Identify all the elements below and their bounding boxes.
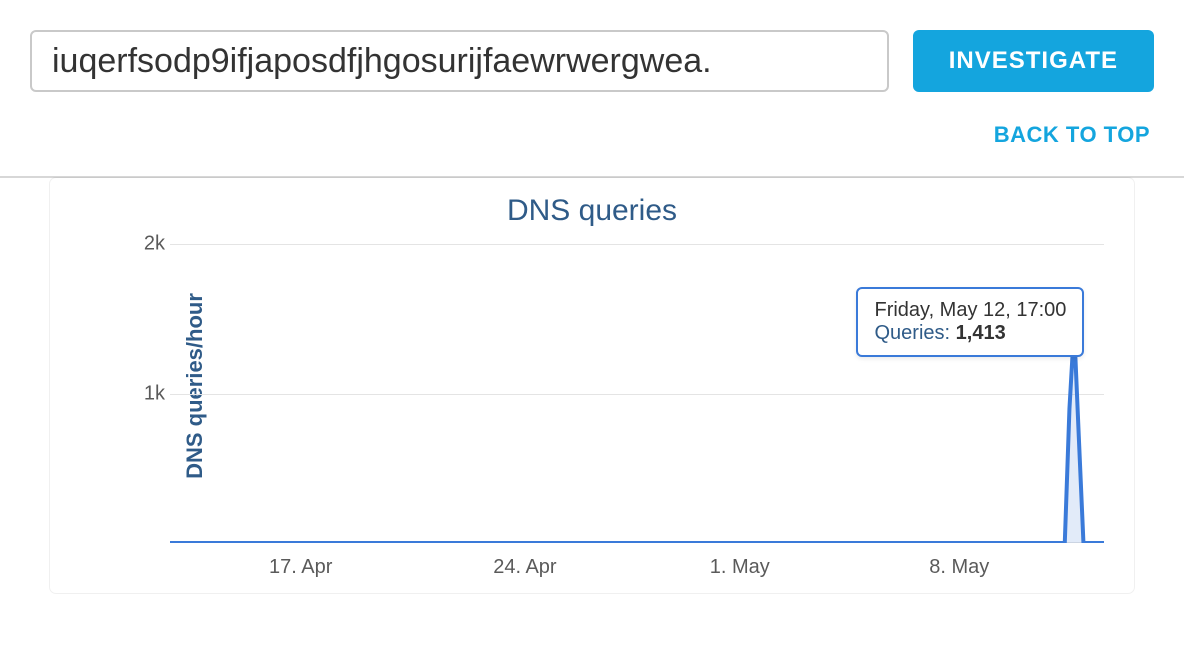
plot-area: 2k 1k 17. Apr 24. Apr 1. May 8. May Frid… [170, 238, 1104, 543]
series-line [170, 238, 1104, 543]
tooltip-timestamp: Friday, May 12, 17:00 [874, 299, 1066, 322]
x-tick-label: 8. May [929, 556, 989, 579]
y-tick-label: 1k [115, 382, 165, 405]
tooltip-queries-label: Queries [874, 322, 944, 344]
dns-queries-chart: DNS queries DNS queries/hour 2k 1k 17. A… [50, 178, 1134, 593]
tooltip-queries-value: 1,413 [956, 322, 1006, 344]
investigate-button[interactable]: INVESTIGATE [913, 30, 1154, 92]
chart-title: DNS queries [50, 188, 1134, 232]
back-to-top-link[interactable]: BACK TO TOP [0, 104, 1184, 178]
y-tick-label: 2k [115, 233, 165, 256]
x-tick-label: 24. Apr [493, 556, 556, 579]
chart-tooltip: Friday, May 12, 17:00 Queries: 1,413 [856, 287, 1084, 357]
x-tick-label: 17. Apr [269, 556, 332, 579]
domain-search-input[interactable] [30, 30, 889, 92]
x-tick-label: 1. May [710, 556, 770, 579]
